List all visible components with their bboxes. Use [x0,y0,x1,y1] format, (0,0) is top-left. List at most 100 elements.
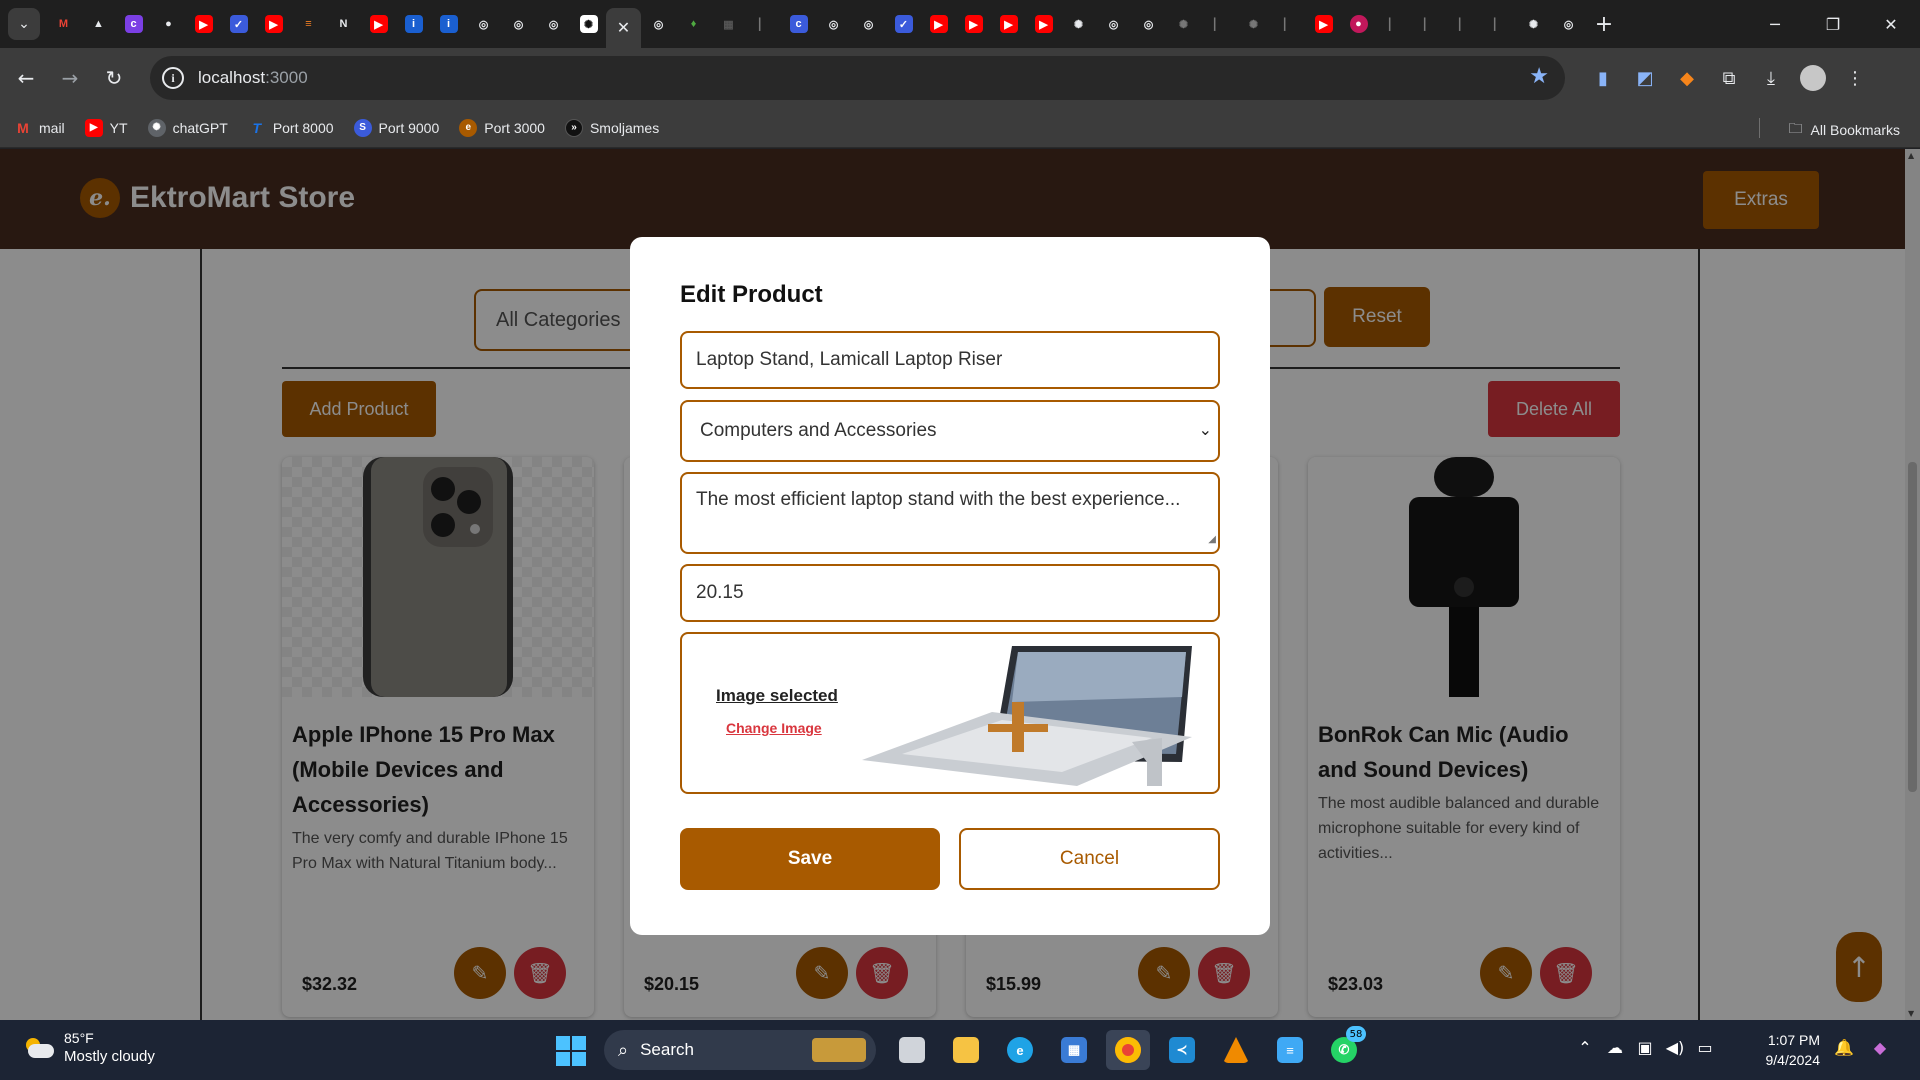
resize-grip-icon[interactable]: ◢ [1208,528,1216,552]
tab-info[interactable]: i [431,0,466,48]
system-clock[interactable]: 1:07 PM 9/4/2024 [1750,1030,1821,1070]
tab-app[interactable]: ● [1341,0,1376,48]
taskbar-vscode[interactable]: ≺ [1160,1030,1204,1070]
tab-chatgpt[interactable]: ✺ [1061,0,1096,48]
copy-extension-icon[interactable]: ▮ [1585,60,1621,96]
tab-info[interactable]: i [396,0,431,48]
tab-globe[interactable]: ◎ [466,0,501,48]
tab-blank[interactable]: ▏ [746,0,781,48]
tab-globe[interactable]: ◎ [1131,0,1166,48]
tab-globe[interactable]: ◎ [1551,0,1586,48]
tab-app[interactable]: ▦ [711,0,746,48]
bookmark-port-9000[interactable]: S Port 9000 [353,118,439,137]
bookmark-star-icon[interactable]: ★ [1529,64,1549,89]
volume-icon[interactable]: ◀) [1662,1038,1688,1057]
taskbar-task-view[interactable] [890,1030,934,1070]
tab-chatgpt[interactable]: ✺ [1236,0,1271,48]
price-input[interactable]: 20.15 [680,564,1220,622]
taskbar-store[interactable]: ▦ [1052,1030,1096,1070]
download-icon[interactable]: ⤓ [1753,60,1789,96]
tab-globe[interactable]: ◎ [501,0,536,48]
tab-blank[interactable]: ▏ [1411,0,1446,48]
forward-icon[interactable]: → [52,60,88,96]
network-icon[interactable]: ▣ [1632,1038,1658,1057]
edit-product-modal: Edit Product Laptop Stand, Lamicall Lapt… [630,237,1270,935]
tab-stackoverflow[interactable]: ≡ [291,0,326,48]
chevron-up-icon[interactable]: ⌃ [1572,1038,1598,1057]
tab-blank[interactable]: ▏ [1271,0,1306,48]
tab-youtube[interactable]: ▶ [956,0,991,48]
bookmark-port-8000[interactable]: T Port 8000 [248,119,334,137]
tab-search-button[interactable]: ⌄ [8,8,40,40]
taskbar-notepad[interactable]: ≡ [1268,1030,1312,1070]
taskbar-search[interactable]: ⌕ Search [604,1030,876,1070]
tab-blank[interactable]: ▏ [1201,0,1236,48]
copilot-icon[interactable]: ◆ [1862,1038,1898,1057]
puzzle-extensions-icon[interactable]: ⧉ [1711,60,1747,96]
tab-active-close[interactable]: ✕ [606,8,641,48]
tab-youtube[interactable]: ▶ [1026,0,1061,48]
address-bar[interactable]: i localhost:3000 ★ [150,56,1565,100]
bookmark-chatgpt[interactable]: ✺ chatGPT [147,118,228,137]
onedrive-cloud-icon[interactable]: ☁ [1602,1038,1628,1057]
bookmark-port-3000[interactable]: e Port 3000 [459,118,545,137]
extension-icon[interactable]: ◩ [1627,60,1663,96]
taskbar-file-explorer[interactable] [944,1030,988,1070]
tab-mongodb[interactable]: ♦ [676,0,711,48]
all-bookmarks-button[interactable]: 🗀 All Bookmarks [1789,118,1900,142]
tab-chatgpt[interactable]: ✺ [1166,0,1201,48]
taskbar-whatsapp[interactable]: ✆ 58 [1322,1026,1366,1070]
tab-youtube[interactable]: ▶ [991,0,1026,48]
bookmark-mail[interactable]: Mmail [14,119,65,137]
tab-youtube[interactable]: ▶ [256,0,291,48]
tab-drive[interactable]: ▲ [81,0,116,48]
tab-blank[interactable]: ▏ [1376,0,1411,48]
menu-kebab-icon[interactable]: ⋮ [1837,60,1873,96]
minimize-icon[interactable]: ─ [1746,0,1804,48]
taskbar-edge[interactable]: e [998,1030,1042,1070]
notification-bell-icon[interactable]: 🔔 [1826,1038,1862,1057]
tab-blank[interactable]: ▏ [1481,0,1516,48]
category-select[interactable]: Computers and Accessories ⌄ [680,400,1220,462]
reload-icon[interactable]: ↻ [96,60,132,96]
back-icon[interactable]: ← [8,60,44,96]
tab-globe[interactable]: ◎ [641,0,676,48]
tab-app[interactable]: ● [151,0,186,48]
tab-globe[interactable]: ◎ [851,0,886,48]
save-button[interactable]: Save [680,828,940,890]
tab-blank[interactable]: ▏ [1446,0,1481,48]
tab-youtube[interactable]: ▶ [1306,0,1341,48]
close-window-icon[interactable]: ✕ [1862,0,1920,48]
tab-globe[interactable]: ◎ [536,0,571,48]
tab-app[interactable]: c [116,0,151,48]
site-info-icon[interactable]: i [162,67,184,89]
metamask-fox-icon[interactable]: ◆ [1669,60,1705,96]
image-upload-area[interactable]: Image selected Change Image [680,632,1220,794]
tab-chatgpt[interactable]: ✺ [1516,0,1551,48]
tab-youtube[interactable]: ▶ [361,0,396,48]
tab-globe[interactable]: ◎ [1096,0,1131,48]
tab-globe[interactable]: ◎ [816,0,851,48]
battery-icon[interactable]: ▭ [1692,1038,1718,1057]
tab-youtube[interactable]: ▶ [921,0,956,48]
description-textarea[interactable]: The most efficient laptop stand with the… [680,472,1220,554]
profile-avatar[interactable] [1795,60,1831,96]
windows-start-icon[interactable] [556,1036,586,1066]
weather-widget[interactable]: 85°F Mostly cloudy [22,1030,155,1067]
tab-notion[interactable]: N [326,0,361,48]
tab-app[interactable]: c [781,0,816,48]
restore-icon[interactable]: ❐ [1804,0,1862,48]
new-tab-button[interactable]: + [1586,12,1622,37]
tab-app[interactable]: ✓ [886,0,921,48]
taskbar-vlc[interactable] [1214,1030,1258,1070]
product-name-input[interactable]: Laptop Stand, Lamicall Laptop Riser [680,331,1220,389]
cancel-button[interactable]: Cancel [959,828,1220,890]
bookmark-yt[interactable]: ▶ YT [84,118,128,137]
tab-gmail[interactable]: M [46,0,81,48]
tab-app[interactable]: ✓ [221,0,256,48]
tab-youtube[interactable]: ▶ [186,0,221,48]
bookmark-smoljames[interactable]: » Smoljames [564,118,659,137]
taskbar-chrome[interactable] [1106,1030,1150,1070]
change-image-link[interactable]: Change Image [726,720,822,736]
tab-chatgpt[interactable]: ✺ [571,0,606,48]
